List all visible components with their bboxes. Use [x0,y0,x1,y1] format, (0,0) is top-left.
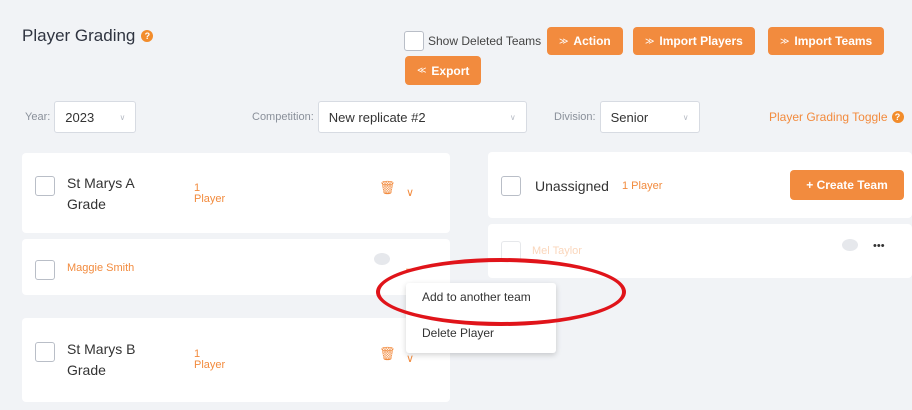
team-checkbox[interactable] [35,342,55,362]
year-label: Year: [25,111,51,123]
division-value: Senior [610,109,649,125]
unassigned-label: Unassigned [535,178,609,194]
chevron-down-icon: ≫ [559,35,569,46]
show-deleted-teams[interactable]: Show Deleted Teams [404,31,541,51]
team-player-count: 1 Player [194,182,226,205]
help-icon[interactable]: ? [141,30,154,42]
division-label: Division: [554,111,596,123]
player-context-menu: Add to another team Delete Player [406,283,556,353]
page-title: Player Grading ? [22,26,154,46]
player-row-mel-taylor: Mel Taylor ••• [488,224,912,278]
chevron-down-icon: ≫ [780,35,790,46]
trash-icon[interactable]: 🗑 [379,346,396,362]
year-select[interactable]: 2023 ∨ [54,101,137,133]
action-button[interactable]: ≫ Action [547,27,623,55]
chevron-down-icon: ∨ [682,113,689,122]
more-options-icon[interactable]: ••• [873,240,885,252]
action-button-label: Action [573,34,611,48]
menu-item-delete-player[interactable]: Delete Player [422,326,494,340]
competition-select[interactable]: New replicate #2 ∨ [317,101,527,133]
import-players-button[interactable]: ≫ Import Players [633,27,755,55]
competition-value: New replicate #2 [328,109,426,125]
import-teams-button[interactable]: ≫ Import Teams [768,27,885,55]
division-select[interactable]: Senior ∨ [599,101,700,133]
player-name[interactable]: Maggie Smith [67,262,134,274]
comment-icon[interactable] [374,253,390,265]
menu-item-add-to-another-team[interactable]: Add to another team [422,290,531,304]
import-teams-label: Import Teams [794,34,873,48]
competition-filter: Competition: New replicate #2 ∨ [252,101,527,133]
chevron-up-icon: ≪ [417,65,427,75]
chevron-down-icon: ∨ [509,113,516,122]
team-checkbox[interactable] [35,176,55,196]
team-card-st-marys-b: St Marys B Grade 1 Player 🗑 ∨ [22,318,450,402]
team-card-st-marys-a: St Marys A Grade 1 Player 🗑 ∨ [22,153,450,233]
import-players-label: Import Players [659,34,743,48]
team-player-count: 1 Player [194,348,226,371]
unassigned-card: Unassigned 1 Player + Create Team [488,152,912,218]
division-filter: Division: Senior ∨ [554,101,700,133]
player-name[interactable]: Mel Taylor [532,245,582,257]
chevron-down-icon: ∨ [119,113,126,122]
competition-label: Competition: [252,111,314,123]
chevron-down-icon[interactable]: ∨ [406,186,414,199]
comment-icon[interactable] [842,239,858,251]
player-grading-toggle[interactable]: Player Grading Toggle ? [769,110,904,124]
page-title-text: Player Grading [22,26,136,45]
create-team-button[interactable]: + Create Team [790,170,904,200]
unassigned-checkbox[interactable] [501,176,521,196]
player-row-maggie-smith: Maggie Smith — [22,239,450,295]
player-checkbox[interactable] [501,241,521,261]
chevron-down-icon[interactable]: ∨ [406,352,414,365]
team-name: St Marys A Grade [67,175,135,212]
export-button-label: Export [431,63,470,78]
year-value: 2023 [65,109,95,125]
unassigned-count: 1 Player [622,180,663,192]
chevron-down-icon: ≫ [645,35,655,46]
toggle-label: Player Grading Toggle [769,110,888,124]
export-button[interactable]: ≪ Export [405,56,482,85]
show-deleted-label: Show Deleted Teams [428,34,542,48]
year-filter: Year: 2023 ∨ [25,101,137,133]
player-checkbox[interactable] [35,260,55,280]
more-menu-icon[interactable]: — [406,263,417,275]
team-name: St Marys B Grade [67,341,136,378]
trash-icon[interactable]: 🗑 [379,180,396,196]
help-icon[interactable]: ? [891,111,904,123]
show-deleted-checkbox[interactable] [404,31,424,51]
